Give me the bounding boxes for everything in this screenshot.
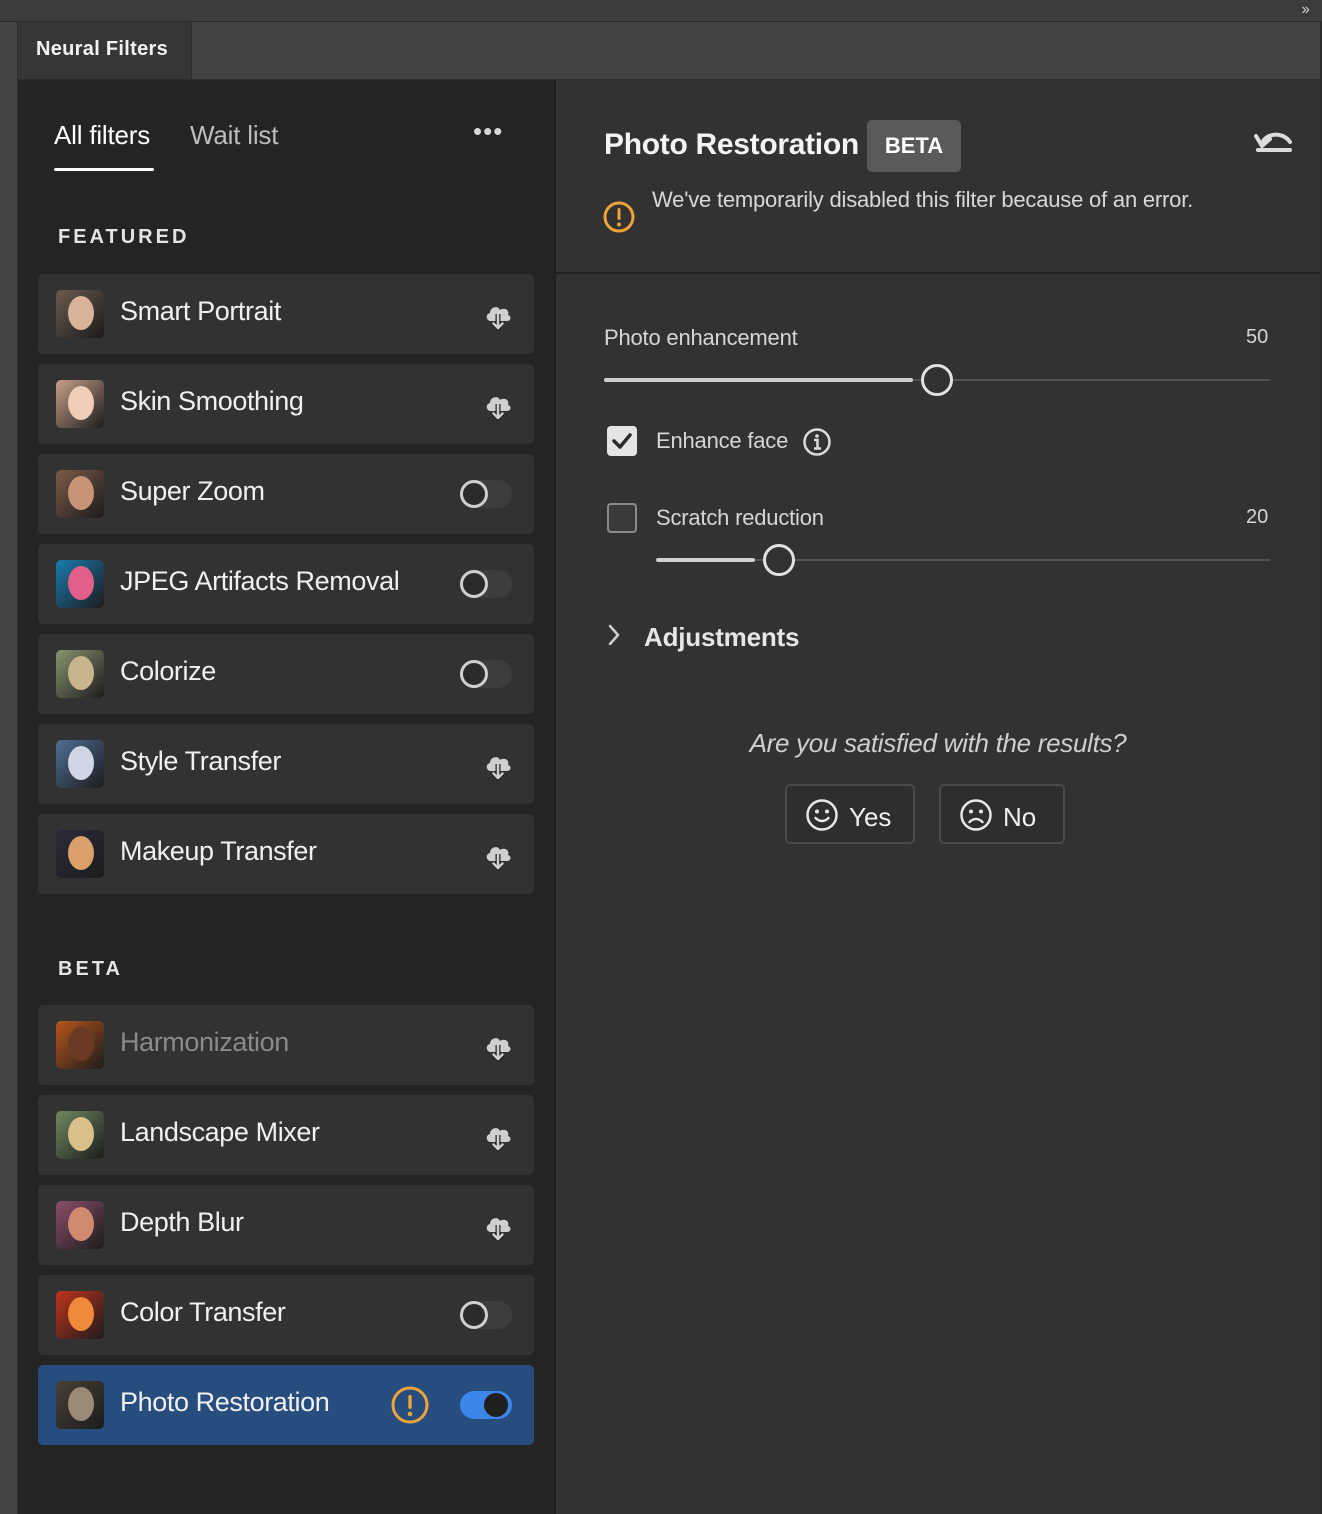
filter-thumbnail <box>56 1201 104 1249</box>
photo-enhancement-slider-knob[interactable] <box>921 364 953 396</box>
filter-name: Skin Smoothing <box>120 386 304 416</box>
warning-message: We've temporarily disabled this filter b… <box>652 187 1194 212</box>
tab-all-filters[interactable]: All filters <box>54 120 150 151</box>
chevron-right-icon[interactable] <box>606 622 622 648</box>
feedback-yes-label: Yes <box>849 802 892 832</box>
filter-toggle[interactable] <box>460 570 512 598</box>
filter-item-colorize[interactable]: Colorize <box>38 634 534 714</box>
filter-thumbnail <box>56 290 104 338</box>
collapse-panels-icon[interactable]: ›› <box>1301 1 1310 19</box>
adjustments-section-toggle[interactable]: Adjustments <box>644 622 799 653</box>
photo-enhancement-slider-fill <box>604 378 913 382</box>
filter-thumbnail <box>56 1111 104 1159</box>
feedback-question: Are you satisfied with the results? <box>749 728 1127 758</box>
top-bar: ›› <box>0 0 1322 22</box>
enhance-face-label: Enhance face <box>656 428 789 453</box>
cloud-download-icon[interactable] <box>482 1211 514 1243</box>
panel-tab-neural-filters[interactable]: Neural Filters <box>18 22 192 79</box>
filter-name: Colorize <box>120 656 216 686</box>
filter-name: JPEG Artifacts Removal <box>120 566 400 596</box>
tab-wait-list[interactable]: Wait list <box>190 120 278 151</box>
filter-toggle[interactable] <box>460 480 512 508</box>
filter-item-harmonization[interactable]: Harmonization <box>38 1005 534 1085</box>
info-icon[interactable] <box>802 427 832 457</box>
filter-item-smart-portrait[interactable]: Smart Portrait <box>38 274 534 354</box>
cloud-download-icon[interactable] <box>482 1121 514 1153</box>
filter-thumbnail <box>56 470 104 518</box>
active-tab-underline <box>54 168 154 171</box>
filter-item-depth-blur[interactable]: Depth Blur <box>38 1185 534 1265</box>
more-options-icon[interactable]: ••• <box>473 116 503 147</box>
filter-detail-panel: Photo Restoration BETA We've temporarily… <box>556 80 1320 1514</box>
filter-name: Super Zoom <box>120 476 265 506</box>
beta-badge: BETA <box>867 120 961 172</box>
filter-thumbnail <box>56 650 104 698</box>
reset-icon[interactable] <box>1252 124 1296 160</box>
filter-name: Harmonization <box>120 1027 289 1057</box>
filter-list-panel: All filters Wait list ••• FEATURED BETA … <box>18 80 556 1514</box>
filter-name: Depth Blur <box>120 1207 244 1237</box>
scratch-reduction-label: Scratch reduction <box>656 505 824 530</box>
filter-thumbnail <box>56 740 104 788</box>
filter-item-jpeg-artifacts-removal[interactable]: JPEG Artifacts Removal <box>38 544 534 624</box>
photo-enhancement-value: 50 <box>1246 326 1269 348</box>
filter-title: Photo Restoration <box>604 128 859 161</box>
filter-name: Color Transfer <box>120 1297 286 1327</box>
cloud-download-icon[interactable] <box>482 840 514 872</box>
filter-thumbnail <box>56 1291 104 1339</box>
filter-item-makeup-transfer[interactable]: Makeup Transfer <box>38 814 534 894</box>
cloud-download-icon[interactable] <box>482 390 514 422</box>
section-header-beta: BETA <box>58 958 123 980</box>
header-divider <box>556 272 1320 274</box>
cloud-download-icon[interactable] <box>482 750 514 782</box>
section-header-featured: FEATURED <box>58 226 190 248</box>
filter-name: Smart Portrait <box>120 296 281 326</box>
filter-name: Photo Restoration <box>120 1387 330 1417</box>
cloud-download-icon[interactable] <box>482 300 514 332</box>
filter-thumbnail <box>56 830 104 878</box>
filter-thumbnail <box>56 560 104 608</box>
filter-item-landscape-mixer[interactable]: Landscape Mixer <box>38 1095 534 1175</box>
filter-name: Makeup Transfer <box>120 836 317 866</box>
scratch-reduction-slider-track[interactable] <box>656 558 1270 562</box>
cloud-download-icon[interactable] <box>482 1031 514 1063</box>
filter-thumbnail <box>56 380 104 428</box>
filter-item-super-zoom[interactable]: Super Zoom <box>38 454 534 534</box>
feedback-no-label: No <box>1003 802 1037 832</box>
filter-thumbnail <box>56 1021 104 1069</box>
frown-face-icon <box>960 799 992 831</box>
filter-toggle[interactable] <box>460 660 512 688</box>
smile-face-icon <box>806 799 838 831</box>
filter-name: Style Transfer <box>120 746 281 776</box>
filter-item-color-transfer[interactable]: Color Transfer <box>38 1275 534 1355</box>
filter-item-style-transfer[interactable]: Style Transfer <box>38 724 534 804</box>
filter-thumbnail <box>56 1381 104 1429</box>
scratch-reduction-checkbox[interactable] <box>607 503 637 533</box>
feedback-yes-button[interactable]: Yes <box>785 784 915 844</box>
warning-icon <box>603 201 635 233</box>
filter-toggle[interactable] <box>460 1301 512 1329</box>
scratch-reduction-slider-fill <box>656 558 755 562</box>
scratch-reduction-value: 20 <box>1246 506 1269 528</box>
filter-item-skin-smoothing[interactable]: Skin Smoothing <box>38 364 534 444</box>
alert-icon[interactable] <box>390 1385 430 1425</box>
feedback-no-button[interactable]: No <box>939 784 1065 844</box>
panel-tab-bar: Neural Filters <box>18 22 1320 80</box>
filter-name: Landscape Mixer <box>120 1117 320 1147</box>
filter-toggle[interactable] <box>460 1391 512 1419</box>
enhance-face-checkbox[interactable] <box>607 426 637 456</box>
filter-item-photo-restoration[interactable]: Photo Restoration <box>38 1365 534 1445</box>
scratch-reduction-slider-knob[interactable] <box>762 544 795 576</box>
checkmark-icon <box>612 433 632 449</box>
photo-enhancement-label: Photo enhancement <box>604 325 798 350</box>
left-dock-strip <box>0 22 18 1514</box>
